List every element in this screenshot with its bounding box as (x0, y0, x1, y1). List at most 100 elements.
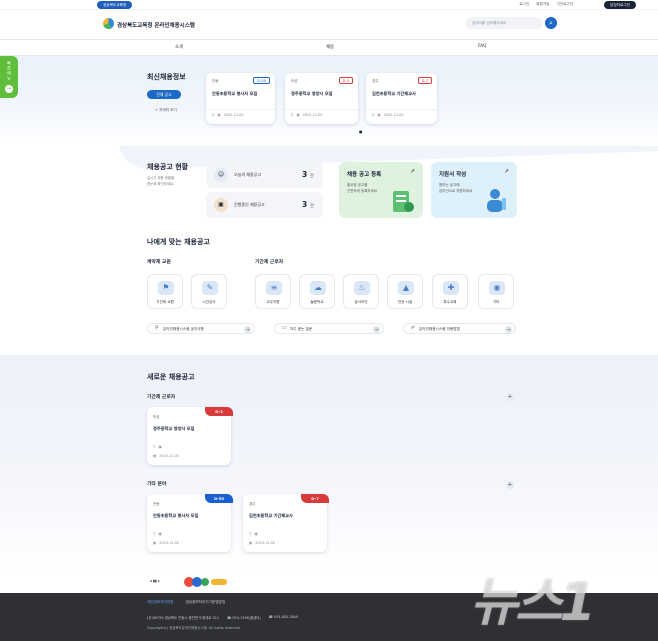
cctv-policy-link[interactable]: 영상정보처리기기운영방침 (185, 600, 225, 605)
category-admin-support[interactable]: ≡ 교무지원 (255, 274, 291, 309)
card-title: 경주중학교 영양사 모집 (153, 426, 195, 431)
card-dday-badge: D-7 (417, 77, 432, 84)
clipboard-icon (393, 191, 414, 212)
card-icons: ⚲ ▣ (153, 532, 162, 536)
footer-address: (우)36759 경상북도 안동시 풍천면 도청대로 511 ☎ 054-139… (147, 615, 298, 620)
category-label: 교무지원 (266, 300, 280, 304)
site-title[interactable]: 경상북도교육청 온라인채용시스템 (117, 21, 195, 29)
all-jobs-button[interactable]: 전체 공고 (147, 90, 181, 99)
card-date: 2025-12-05 (159, 454, 179, 458)
match-title: 나에게 맞는 채용공고 (147, 238, 210, 246)
latest-card[interactable]: 안동 D-55 안동초등학교 봉사자 모집 ⚲ ▣ 2025-12-05 (206, 73, 275, 124)
manager-login-button[interactable]: 담당자로그인 (604, 1, 636, 9)
card-footer: ▦ 2025-12-05 (249, 541, 275, 545)
ongoing-jobs-box[interactable]: ▣ 진행중인 채용공고 3 건 (206, 192, 323, 218)
nav-item-intro[interactable]: 소개 (175, 44, 183, 50)
notice-link[interactable]: ⚲ 온라인채용시스템 공지사항 → (147, 323, 255, 334)
bus-icon: ▣ (296, 113, 300, 117)
monitor-icon: ▭ (282, 325, 287, 331)
card-title: 김천초등학교 기간제교사 (372, 91, 416, 96)
card-icons: ⚲ ▣ (153, 445, 162, 449)
card-title: 경주중학교 영양사 모집 (291, 91, 333, 96)
category-special-education[interactable]: ✚ 특수교육 (432, 274, 468, 309)
ongoing-jobs-count: 3 (302, 200, 308, 209)
card-region: 의성 (153, 415, 160, 419)
category-safety-facility[interactable]: ▲ 안전·시설 (387, 274, 423, 309)
feature-title: 지원서 작성 (439, 172, 467, 178)
term-worker-label: 기간제 근로자 (255, 260, 284, 265)
card-region: 의성 (291, 79, 298, 83)
more-link[interactable]: + 자세히 보기 (155, 108, 177, 113)
quick-menu-label: 빠른메뉴 (7, 61, 12, 81)
card-footer: ⚲ ▣ 2025-12-05 (291, 113, 322, 117)
site-header (0, 10, 658, 40)
category-label: 기타 (492, 300, 500, 304)
search-icon[interactable]: ⌕ (545, 17, 557, 29)
org-pill[interactable]: 경상북도교육청 (97, 1, 133, 9)
category-meal-health[interactable]: ♨ 급식보건 (343, 274, 379, 309)
card-dday-badge: D-3 (205, 407, 233, 416)
status-title: 채용공고 현황 (147, 163, 189, 171)
top-link-signup[interactable]: 회원가입 (536, 2, 549, 7)
banner-pager[interactable]: ◂ ▮▮ ▸ (150, 579, 160, 583)
new-job-card[interactable]: D-3 의성 경주중학교 영양사 모집 ⚲ ▣ ▦ 2025-12-05 (147, 407, 233, 465)
search-input[interactable]: 검색어를 입력해주세요 (465, 17, 543, 29)
top-link-agency-login[interactable]: 기관로그인 (556, 2, 573, 7)
card-dday-badge: D-7 (301, 494, 329, 503)
privacy-policy-link[interactable]: 개인정보처리방침 (147, 600, 173, 605)
nav-item-jobs[interactable]: 채용 (326, 44, 334, 50)
new-jobs-section-bg (0, 355, 658, 575)
partner-logos[interactable] (183, 575, 229, 589)
card-dday-badge: D-55 (205, 494, 233, 503)
quick-menu-tab[interactable]: 빠른메뉴 → (0, 56, 18, 98)
guide-link[interactable]: ✐ 온라인채용시스템 이용방법 → (403, 323, 516, 334)
nav-item-faq[interactable]: FAQ (478, 44, 487, 49)
arrow-right-icon: → (373, 326, 380, 333)
today-jobs-box[interactable]: ☺ 오늘의 채용공고 3 건 (206, 162, 323, 188)
person-icon: ☺ (214, 168, 228, 182)
pin-icon: ⚲ (291, 113, 294, 117)
ongoing-jobs-label: 진행중인 채용공고 (234, 202, 265, 207)
card-title: 김천초등학교 기간제교사 (249, 513, 293, 518)
category-etc[interactable]: ◉ 기타 (478, 274, 514, 309)
plus-icon[interactable]: + (506, 481, 514, 489)
ongoing-jobs-unit: 건 (310, 203, 314, 208)
category-label: 급식보건 (354, 300, 368, 304)
card-icons: ⚲ ▣ (249, 532, 258, 536)
bus-icon: ▣ (158, 532, 162, 536)
bus-icon: ▣ (377, 113, 381, 117)
pin-icon: ⚲ (249, 532, 252, 536)
watermark-logo: 뉴스1 (470, 573, 596, 633)
card-region: 안동 (212, 79, 219, 83)
office-phone: ☎ 054-805-3849 (268, 615, 299, 619)
category-label: 돌봄학교 (310, 300, 324, 304)
category-label: 시간강사 (202, 300, 216, 304)
pagination-dot[interactable]: ● (359, 129, 363, 134)
latest-card[interactable]: 의성 D-3 경주중학교 영양사 모집 ⚲ ▣ 2025-12-05 (285, 73, 358, 124)
footer-links: 개인정보처리방침 영상정보처리기기운영방침 (147, 600, 225, 605)
callcenter-phone: ☎ 054-1396(콜센터) (227, 616, 261, 620)
latest-title: 최신채용정보 (147, 73, 186, 81)
new-job-card[interactable]: D-55 안동 안동초등학교 봉사자 모집 ⚲ ▣ ▦ 2025-12-05 (147, 494, 233, 552)
logo-icon[interactable] (103, 18, 114, 29)
category-lecturer[interactable]: ✎ 시간강사 (191, 274, 227, 309)
status-desc: 실시간 채용 현황을 (147, 176, 175, 180)
card-region: 경주 (372, 79, 379, 83)
top-link-login[interactable]: 로그인 (519, 2, 529, 7)
card-title: 안동초등학교 봉사자 모집 (212, 91, 258, 96)
faq-link[interactable]: ▭ 자주 묻는 질문 → (274, 323, 384, 334)
new-job-card[interactable]: D-7 경주 김천초등학교 기간제교사 ⚲ ▣ ▦ 2025-12-05 (243, 494, 329, 552)
arrow-right-icon: → (505, 326, 512, 333)
write-application-card[interactable]: 지원서 작성 ↗ 원하는 공고에 온라인으로 지원하세요 (431, 162, 517, 218)
card-date: 2025-12-05 (383, 113, 404, 117)
category-label: 안전·시설 (397, 300, 413, 304)
top-links: 로그인 회원가입 기관로그인 (519, 2, 573, 7)
banner-pager-controls[interactable]: ◂ ▮▮ ▸ (150, 579, 160, 583)
category-fixed-term-teacher[interactable]: ⚑ 기간제 교원 (147, 274, 183, 309)
card-footer: ⚲ ▣ 2025-12-05 (212, 113, 243, 117)
plus-icon[interactable]: + (506, 393, 514, 401)
register-job-card[interactable]: 채용 공고 등록 ↗ 필요한 공고를 간편하게 등록하세요 (339, 162, 423, 218)
category-care-school[interactable]: ☁ 돌봄학교 (299, 274, 335, 309)
latest-card[interactable]: 경주 D-7 김천초등학교 기간제교사 ⚲ ▣ 2025-12-05 (366, 73, 437, 124)
arrow-right-icon: → (5, 85, 13, 93)
